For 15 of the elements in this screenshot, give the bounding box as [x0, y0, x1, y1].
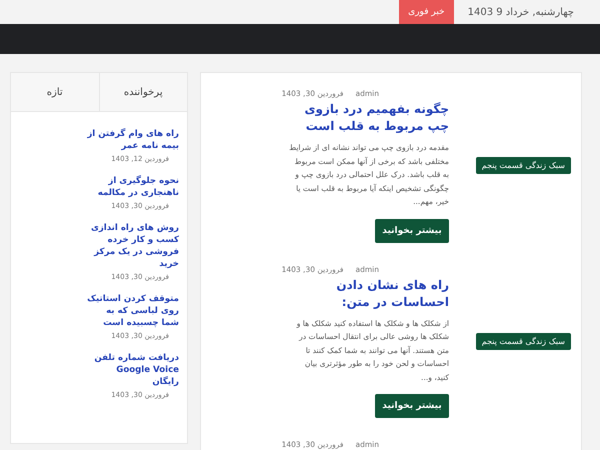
sidebar-tab[interactable]: تازه: [11, 73, 100, 111]
post-title[interactable]: راه های نشان دادن احساسات در متن:: [289, 276, 449, 310]
sidebar-post-title[interactable]: روش های راه اندازی کسب و کار خرده فروشی در یک مرکز خرید: [87, 222, 179, 270]
breaking-news-badge[interactable]: خبر فوری: [399, 0, 454, 24]
category-tag[interactable]: سبک زندگی قسمت پنجم: [476, 332, 571, 350]
sidebar-post-title[interactable]: دریافت شماره تلفن Google Voice رایگان: [87, 352, 179, 388]
sidebar-post-title[interactable]: نحوه جلوگیری از ناهنجاری در مکالمه: [87, 175, 179, 199]
read-more-button[interactable]: بیشتر بخوانید: [375, 218, 449, 242]
sidebar-post-title[interactable]: متوقف کردن استاتیک روی لباسی که به شما چسبیده است: [87, 293, 179, 329]
category-tag[interactable]: سبک زندگی قسمت پنجم: [476, 157, 571, 174]
post-title[interactable]: چگونه بفهمیم درد بازوی چپ مربوط به قلب است: [289, 101, 449, 135]
sidebar-post-title[interactable]: راه های وام گرفتن از بیمه نامه عمر: [87, 128, 179, 152]
read-more-button[interactable]: بیشتر بخوانید: [375, 394, 449, 418]
date-text: چهارشنبه, خرداد 9 1403: [468, 6, 574, 18]
sidebar-tab[interactable]: پرخواننده: [100, 73, 187, 111]
